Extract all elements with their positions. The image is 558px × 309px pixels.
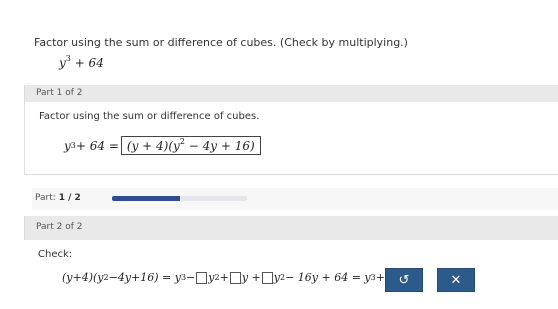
part1-answer-box[interactable]: (y + 4)(y2 − 4y + 16)	[120, 136, 261, 155]
eq-start: (y+4)(y	[62, 271, 104, 284]
undo-icon: ↺	[398, 272, 410, 288]
progress-label-prefix: Part:	[35, 193, 56, 203]
undo-button[interactable]: ↺	[385, 268, 423, 292]
part1-instruction: Factor using the sum or difference of cu…	[39, 111, 260, 122]
progress-fill	[112, 196, 180, 201]
eq-tail: − 16y + 64 = y	[285, 271, 371, 284]
blank-y2-coefficient[interactable]	[196, 271, 208, 284]
answer-part-a: (y + 4)(y	[126, 139, 180, 153]
lhs-base: y	[64, 138, 71, 153]
clear-button[interactable]: ✕	[437, 268, 475, 292]
check-label: Check:	[38, 249, 73, 260]
blank-y2b-coefficient[interactable]	[261, 271, 273, 284]
blank-y-coefficient[interactable]	[229, 271, 241, 284]
part2-header: Part 2 of 2	[24, 216, 558, 240]
progress-row: Part: 1 / 2	[32, 188, 558, 210]
question-prompt: Factor using the sum or difference of cu…	[34, 36, 408, 49]
progress-label-value: 1 / 2	[58, 193, 81, 203]
eq-y: y +	[241, 271, 261, 284]
part1-header-label: Part 1 of 2	[36, 88, 83, 98]
part1-header: Part 1 of 2	[24, 85, 558, 102]
given-expression: y3 + 64	[59, 55, 104, 71]
answer-part-b: − 4y + 16)	[184, 139, 255, 153]
progress-track	[112, 196, 247, 201]
lhs-rest: + 64 =	[75, 138, 119, 153]
close-icon: ✕	[450, 272, 462, 288]
eq-plus: +	[219, 271, 229, 284]
given-rest: + 64	[70, 56, 104, 70]
check-equation: (y+4)(y 2 −4y+16) = y3 − y2 + y + y2 − 16y…	[62, 271, 402, 284]
eq-minus: −	[186, 271, 196, 284]
given-base: y	[59, 56, 66, 70]
part2-header-label: Part 2 of 2	[36, 222, 83, 232]
part1-equation: y3 + 64 = (y + 4)(y2 − 4y + 16)	[64, 136, 261, 155]
eq-y2: y	[208, 271, 215, 284]
eq-after-exp2: −4y+16) = y	[108, 271, 181, 284]
part1-body: Factor using the sum or difference of cu…	[24, 102, 558, 175]
progress-label: Part: 1 / 2	[35, 193, 81, 203]
